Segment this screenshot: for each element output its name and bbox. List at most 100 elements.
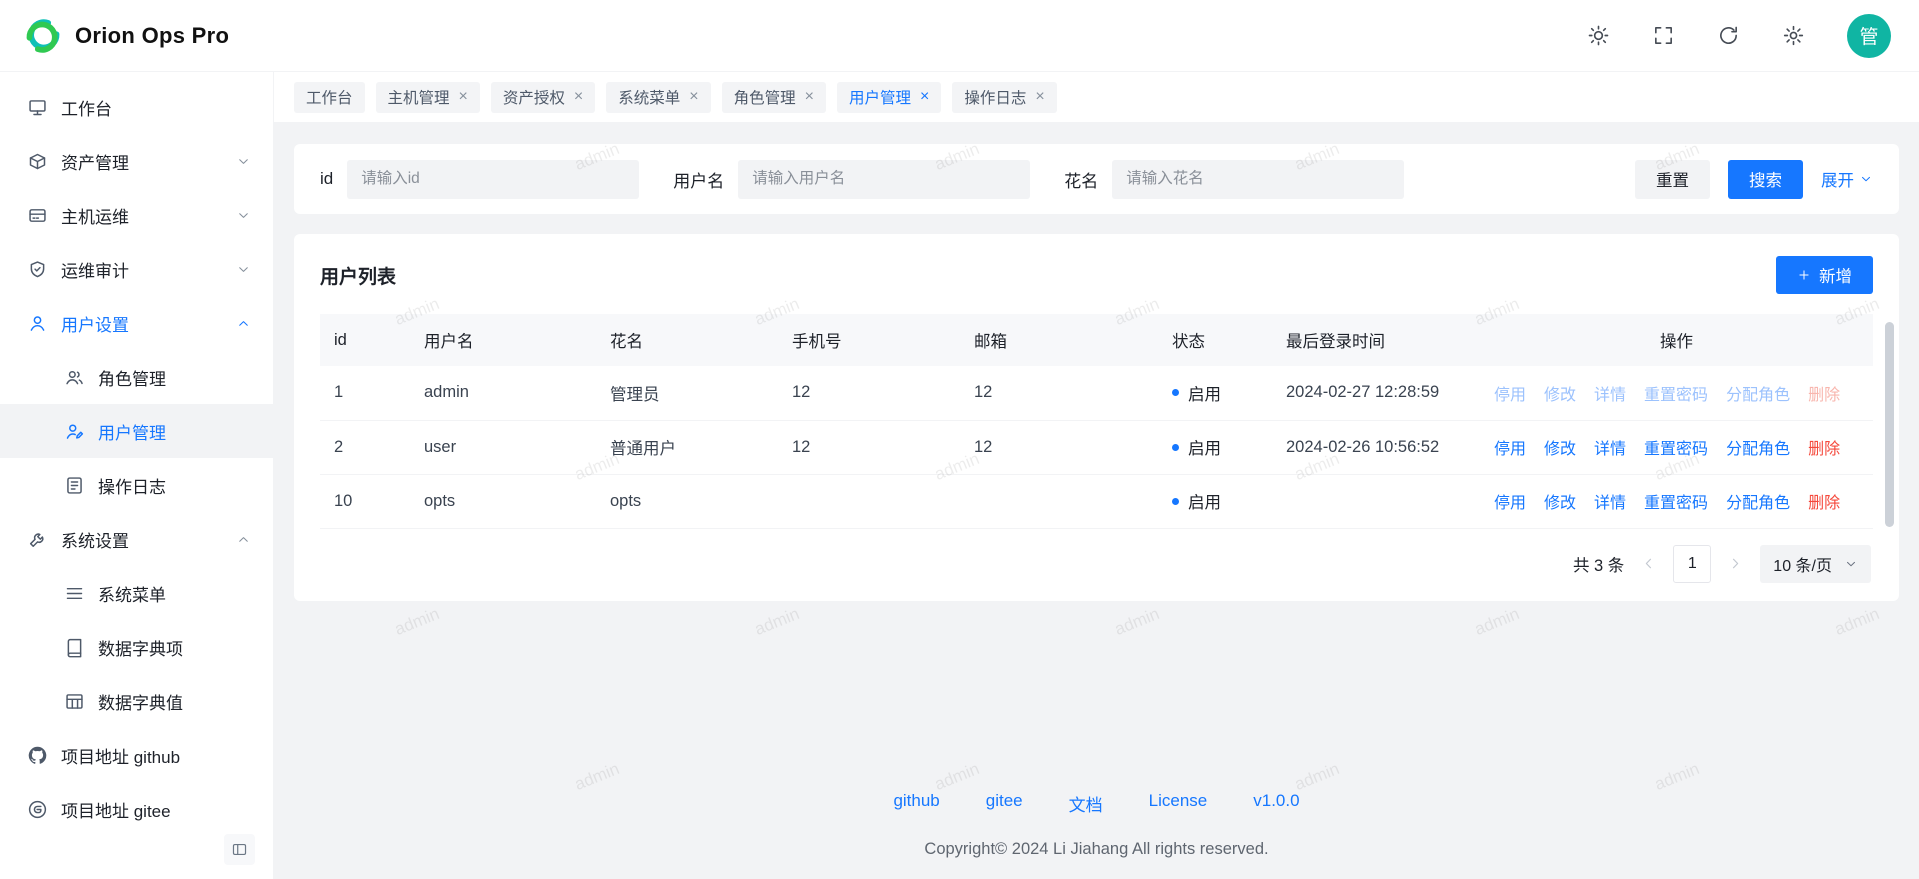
footer-link-0[interactable]: github: [893, 791, 939, 816]
status-dot-icon: [1172, 389, 1179, 396]
table-row: 1admin管理员1212启用2024-02-27 12:28:59停用修改详情…: [320, 366, 1873, 420]
close-tab-icon[interactable]: ×: [459, 89, 468, 105]
settings-icon[interactable]: [1782, 24, 1805, 47]
app-title: Orion Ops Pro: [75, 23, 229, 49]
tab-label: 操作日志: [964, 86, 1026, 108]
sidebar-item-github[interactable]: 项目地址 github: [0, 728, 273, 782]
sidebar-item-user[interactable]: 用户设置: [0, 296, 273, 350]
sidebar-collapse-button[interactable]: [224, 834, 255, 865]
sidebar-item-host[interactable]: 主机运维: [0, 188, 273, 242]
app-logo[interactable]: Orion Ops Pro: [22, 15, 229, 57]
sidebar-item-gitee[interactable]: 项目地址 gitee: [0, 782, 273, 836]
tab-4[interactable]: 角色管理 ×: [722, 82, 826, 113]
filter-input-1[interactable]: [738, 160, 1030, 199]
column-header: 邮箱: [960, 314, 1158, 366]
fullscreen-icon[interactable]: [1652, 24, 1675, 47]
chevron-up-icon: [236, 532, 251, 547]
reset-button[interactable]: 重置: [1635, 160, 1710, 199]
filter-label: 用户名: [673, 167, 724, 192]
footer-link-3[interactable]: License: [1149, 791, 1208, 816]
sidebar-item-audit[interactable]: 运维审计: [0, 242, 273, 296]
main-content: 工作台主机管理×资产授权×系统菜单×角色管理×用户管理×操作日志× id用户名花…: [274, 72, 1919, 879]
avatar[interactable]: 管: [1847, 14, 1891, 58]
action-edit[interactable]: 修改: [1544, 381, 1576, 405]
sidebar-item-workbench[interactable]: 工作台: [0, 80, 273, 134]
action-disable[interactable]: 停用: [1494, 489, 1526, 513]
sidebar-item-tool[interactable]: 系统设置: [0, 512, 273, 566]
action-disable[interactable]: 停用: [1494, 435, 1526, 459]
cell-status: 启用: [1158, 474, 1272, 528]
pagination: 共 3 条 1 10 条/页: [320, 529, 1873, 593]
close-tab-icon[interactable]: ×: [574, 89, 583, 105]
tab-label: 角色管理: [734, 86, 796, 108]
filter-card: id用户名花名 重置 搜索 展开: [294, 144, 1899, 214]
action-assign-role[interactable]: 分配角色: [1726, 381, 1790, 405]
filter-actions: 重置 搜索 展开: [1635, 160, 1873, 199]
sidebar-item-menu[interactable]: 系统菜单: [0, 566, 273, 620]
close-tab-icon[interactable]: ×: [1035, 89, 1044, 105]
tab-6[interactable]: 操作日志 ×: [952, 82, 1056, 113]
sidebar-item-label: 用户设置: [61, 311, 129, 336]
sidebar-item-log[interactable]: 操作日志: [0, 458, 273, 512]
action-delete[interactable]: 删除: [1808, 435, 1840, 459]
sidebar-item-grid[interactable]: 数据字典值: [0, 674, 273, 728]
cell-username: user: [410, 420, 596, 474]
filter-input-2[interactable]: [1112, 160, 1404, 199]
action-assign-role[interactable]: 分配角色: [1726, 435, 1790, 459]
sidebar-item-asset[interactable]: 资产管理: [0, 134, 273, 188]
close-tab-icon[interactable]: ×: [689, 89, 698, 105]
search-button[interactable]: 搜索: [1728, 160, 1803, 199]
cell-nickname: opts: [596, 474, 778, 528]
sidebar-item-label: 数据字典值: [98, 689, 183, 714]
add-button[interactable]: 新增: [1776, 256, 1873, 294]
watermark-text: admin: [392, 604, 442, 640]
tab-0[interactable]: 工作台: [294, 82, 365, 113]
table-scrollbar[interactable]: [1885, 322, 1894, 527]
grid-icon: [64, 691, 85, 712]
role-icon: [64, 367, 85, 388]
cell-actions: 停用修改详情重置密码分配角色删除: [1480, 474, 1873, 528]
action-detail[interactable]: 详情: [1594, 381, 1626, 405]
user-edit-icon: [64, 421, 85, 442]
prev-page-icon[interactable]: [1640, 555, 1657, 572]
action-edit[interactable]: 修改: [1544, 489, 1576, 513]
tab-3[interactable]: 系统菜单×: [606, 82, 710, 113]
refresh-icon[interactable]: [1717, 24, 1740, 47]
action-detail[interactable]: 详情: [1594, 435, 1626, 459]
action-reset-password[interactable]: 重置密码: [1644, 489, 1708, 513]
action-reset-password[interactable]: 重置密码: [1644, 435, 1708, 459]
action-detail[interactable]: 详情: [1594, 489, 1626, 513]
tab-5[interactable]: 用户管理×: [837, 82, 941, 113]
action-reset-password[interactable]: 重置密码: [1644, 381, 1708, 405]
cell-last-login: 2024-02-27 12:28:59: [1272, 366, 1480, 420]
tab-2[interactable]: 资产授权×: [491, 82, 595, 113]
action-assign-role[interactable]: 分配角色: [1726, 489, 1790, 513]
sidebar-item-user-edit[interactable]: 用户管理: [0, 404, 273, 458]
page-number[interactable]: 1: [1673, 545, 1711, 583]
filter-field-2: 花名: [1064, 160, 1404, 199]
page-size-select[interactable]: 10 条/页: [1760, 545, 1871, 583]
action-delete[interactable]: 删除: [1808, 489, 1840, 513]
chevron-down-icon: [236, 154, 251, 169]
filter-input-0[interactable]: [347, 160, 639, 199]
sidebar-item-role[interactable]: 角色管理: [0, 350, 273, 404]
next-page-icon[interactable]: [1727, 555, 1744, 572]
chevron-down-icon: [236, 262, 251, 277]
close-tab-icon[interactable]: ×: [805, 89, 814, 105]
footer-link-1[interactable]: gitee: [986, 791, 1023, 816]
watermark-text: admin: [1112, 604, 1162, 640]
sidebar-item-dict[interactable]: 数据字典项: [0, 620, 273, 674]
action-disable[interactable]: 停用: [1494, 381, 1526, 405]
theme-icon[interactable]: [1587, 24, 1610, 47]
page-footer: githubgitee文档Licensev1.0.0 Copyright© 20…: [294, 791, 1899, 859]
expand-toggle[interactable]: 展开: [1821, 167, 1873, 191]
footer-link-4[interactable]: v1.0.0: [1253, 791, 1299, 816]
tab-1[interactable]: 主机管理×: [376, 82, 480, 113]
chevron-down-icon: [236, 208, 251, 223]
close-tab-icon[interactable]: ×: [920, 89, 929, 105]
users-table: id用户名花名手机号邮箱状态最后登录时间操作 1admin管理员1212启用20…: [320, 314, 1873, 529]
action-edit[interactable]: 修改: [1544, 435, 1576, 459]
tab-bar: 工作台主机管理×资产授权×系统菜单×角色管理×用户管理×操作日志×: [274, 72, 1919, 122]
action-delete[interactable]: 删除: [1808, 381, 1840, 405]
footer-link-2[interactable]: 文档: [1069, 791, 1103, 816]
